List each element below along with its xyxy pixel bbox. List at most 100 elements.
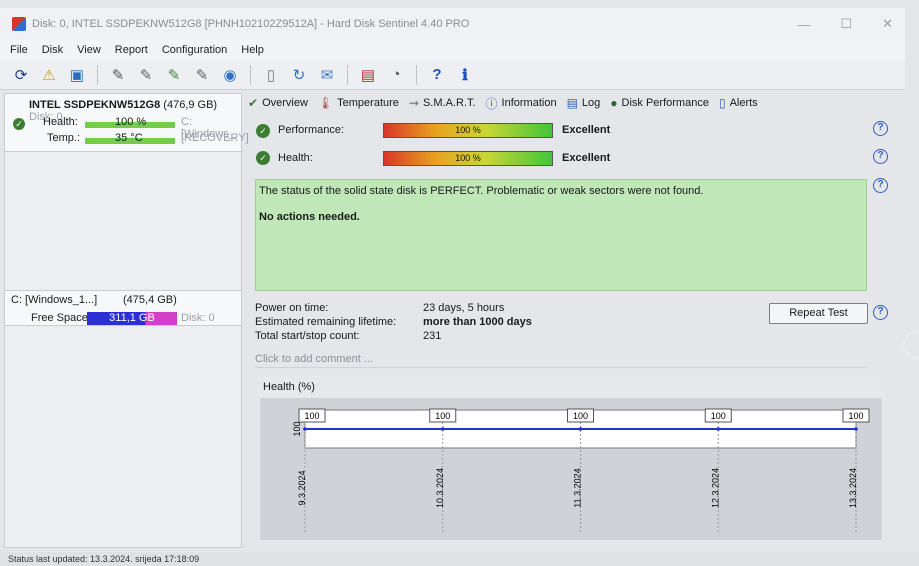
volume-entry[interactable]: C: [Windows_1...] (475,4 GB) Free Space … (5, 290, 241, 326)
alert-icon[interactable]: ⚠ (38, 64, 60, 86)
toolbar-separator (347, 64, 348, 85)
power-on-label: Power on time: (255, 302, 329, 314)
tab-label: Overview (262, 97, 308, 109)
x-tick-label: 11.3.2024 (573, 468, 583, 507)
smart-tab-icon: ⇝ (408, 96, 419, 110)
tab-label: Temperature (337, 97, 399, 109)
toolbar: ⟳ ⚠ ▣ ✎ ✎ ✎ ✎ ◉ ▯ ↻ ✉ ▤ ◔ ? ℹ (0, 60, 905, 90)
menu-configuration[interactable]: Configuration (162, 44, 227, 56)
alerts-icon: ▯ (718, 96, 726, 110)
info-icon[interactable]: ℹ (454, 64, 476, 86)
x-tick-label: 9.3.2024 (297, 470, 307, 505)
check-icon: ✔ (248, 96, 259, 110)
sound-icon[interactable]: ◔ (385, 64, 407, 86)
doc-icon[interactable]: ▯ (260, 64, 282, 86)
toolbar-separator (250, 64, 251, 85)
minimize-icon[interactable]: — (797, 17, 810, 32)
refresh-icon[interactable]: ⟳ (10, 64, 32, 86)
menu-file[interactable]: File (10, 44, 28, 56)
tab-smart[interactable]: ⇝ S.M.A.R.T. (409, 96, 476, 110)
menu-bar: File Disk View Report Configuration Help (0, 40, 905, 60)
toolbar-separator (416, 64, 417, 85)
menu-report[interactable]: Report (115, 44, 148, 56)
lifetime-label: Estimated remaining lifetime: (255, 316, 397, 328)
status-text: The status of the solid state disk is PE… (259, 185, 704, 197)
help-icon[interactable]: ? (873, 178, 888, 193)
power-on-value: 23 days, 5 hours (423, 302, 505, 314)
data-label: 100 (711, 411, 726, 421)
check-icon: ✓ (256, 124, 270, 138)
tab-disk-performance[interactable]: ● Disk Performance (610, 96, 709, 110)
menu-help[interactable]: Help (241, 44, 264, 56)
surface-test-icon[interactable]: ✎ (107, 64, 129, 86)
repeat-test-button[interactable]: Repeat Test (769, 303, 868, 324)
check-icon: ✓ (13, 118, 25, 130)
tab-overview[interactable]: ✔ Overview (248, 96, 308, 110)
data-point (854, 427, 858, 431)
data-label: 100 (573, 411, 588, 421)
comment-field[interactable]: Click to add comment ... (255, 351, 867, 368)
maximize-icon[interactable]: ☐ (840, 16, 852, 32)
tab-bar: ✔ Overview 🌡 Temperature ⇝ S.M.A.R.T. ⓘ Info… (248, 93, 898, 113)
tab-alerts[interactable]: ▯ Alerts (719, 96, 758, 110)
disk-entry[interactable]: INTEL SSDPEKNW512G8 (476,9 GB) Disk: 0 ✓… (5, 94, 249, 152)
info-tab-icon: ⓘ (485, 96, 498, 111)
smart-icon[interactable]: ✎ (191, 64, 213, 86)
help-icon[interactable]: ? (873, 305, 888, 320)
help-icon[interactable]: ? (873, 121, 888, 136)
data-label: 100 (848, 411, 863, 421)
health-label: Health: (278, 152, 313, 164)
health-bar: 100 % (383, 151, 553, 166)
data-point (440, 427, 445, 431)
volume-disk-tag: Disk: 0 (181, 312, 215, 324)
tab-temperature[interactable]: 🌡 Temperature (318, 96, 399, 110)
chart-area: 100 100 9.3.2024 100 10.3.2024 100 11.3.2024 10… (260, 398, 882, 540)
log-icon: ▤ (566, 96, 578, 110)
close-icon[interactable]: ✕ (882, 16, 893, 32)
y-tick-label: 100 (292, 421, 302, 436)
menu-disk[interactable]: Disk (42, 44, 63, 56)
x-tick-label: 10.3.2024 (435, 468, 445, 508)
data-label: 100 (304, 411, 319, 421)
x-tick-label: 13.3.2024 (848, 468, 858, 508)
mail-icon[interactable]: ✉ (316, 64, 338, 86)
free-space-label: Free Space (31, 312, 88, 324)
network-icon[interactable]: ◉ (219, 64, 241, 86)
computer-icon[interactable]: ▤ (357, 64, 379, 86)
status-message-box: The status of the solid state disk is PE… (255, 179, 867, 291)
title-bar: Disk: 0, INTEL SSDPEKNW512G8 [PHNH102102… (0, 8, 905, 40)
disk-list-panel: INTEL SSDPEKNW512G8 (476,9 GB) Disk: 0 ✓… (4, 93, 249, 548)
temp-label: Temp.: (47, 132, 81, 144)
temp-value: 35 °C (115, 132, 143, 144)
disk-name: INTEL SSDPEKNW512G8 (29, 99, 161, 111)
toolbar-separator (97, 64, 98, 85)
tab-label: Alerts (729, 97, 758, 109)
performance-bar: 100 % (383, 123, 553, 138)
tab-label: Disk Performance (621, 97, 709, 109)
x-tick-label: 12.3.2024 (710, 468, 720, 508)
volume-size: (475,4 GB) (123, 294, 177, 306)
tab-label: Log (581, 97, 601, 109)
startstop-value: 231 (423, 330, 442, 342)
help-icon[interactable]: ? (426, 64, 448, 86)
data-point (303, 427, 307, 431)
refresh2-icon[interactable]: ↻ (288, 64, 310, 86)
chart-title: Health (%) (263, 381, 315, 393)
data-label: 100 (435, 411, 450, 421)
disk-report-icon[interactable]: ▣ (66, 64, 88, 86)
tab-log[interactable]: ▤ Log (567, 96, 601, 110)
thermometer-icon: 🌡 (317, 96, 334, 110)
startstop-label: Total start/stop count: (255, 330, 360, 342)
extended-test-icon[interactable]: ✎ (163, 64, 185, 86)
performance-label: Performance: (278, 124, 345, 136)
app-icon (12, 17, 26, 31)
menu-view[interactable]: View (77, 44, 101, 56)
health-label: Health: (43, 116, 78, 128)
free-space-bar: 311,1 GB (87, 312, 177, 325)
overview-panel: ✓ Performance: 100 % Excellent ? ✓ Healt… (248, 114, 898, 548)
tab-information[interactable]: ⓘ Information (486, 95, 557, 112)
help-icon[interactable]: ? (873, 149, 888, 164)
short-test-icon[interactable]: ✎ (135, 64, 157, 86)
health-value: 100 % (115, 116, 147, 128)
status-bar: Status last updated: 13.3.2024. srijeda … (0, 552, 919, 566)
